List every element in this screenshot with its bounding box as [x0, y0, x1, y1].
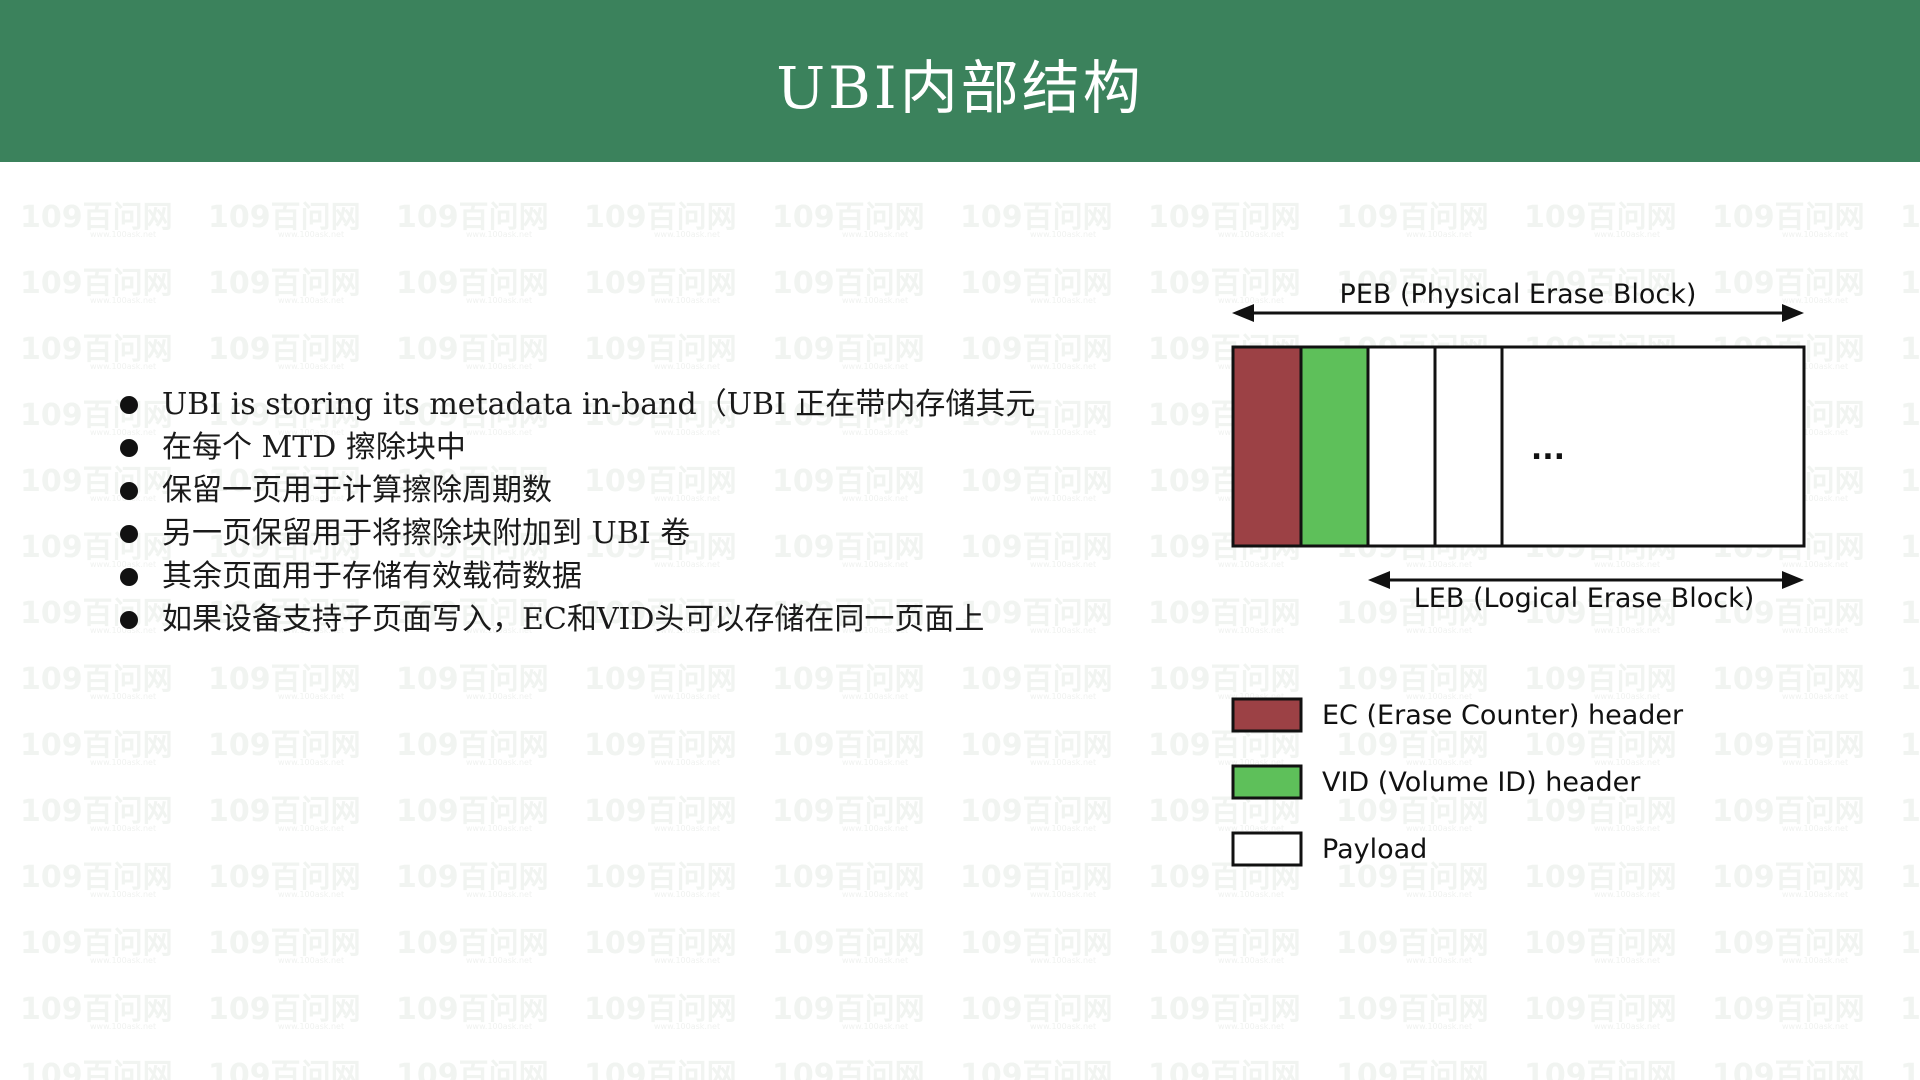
leb-arrow-right-head	[1782, 571, 1804, 589]
payload-page-block	[1366, 345, 1437, 548]
peb-label: PEB (Physical Erase Block)	[1340, 279, 1697, 310]
leb-label: LEB (Logical Erase Block)	[1414, 583, 1754, 614]
payload-page-block	[1433, 345, 1504, 548]
legend-ec-swatch	[1231, 697, 1303, 733]
ubi-structure-diagram: PEB (Physical Erase Block) ... LEB (Logi…	[1231, 279, 1806, 867]
peb-arrow-left-head	[1232, 304, 1254, 322]
peb-arrow-right-head	[1782, 304, 1804, 322]
legend-payload-swatch	[1231, 831, 1303, 867]
ellipsis-label: ...	[1531, 432, 1565, 467]
legend-vid-swatch	[1231, 764, 1303, 800]
legend-vid-label: VID (Volume ID) header	[1322, 767, 1641, 798]
ec-header-block	[1231, 345, 1303, 548]
legend-ec-label: EC (Erase Counter) header	[1322, 700, 1684, 731]
vid-header-block	[1299, 345, 1370, 548]
legend-payload-label: Payload	[1322, 834, 1427, 865]
leb-arrow-left-head	[1368, 571, 1390, 589]
